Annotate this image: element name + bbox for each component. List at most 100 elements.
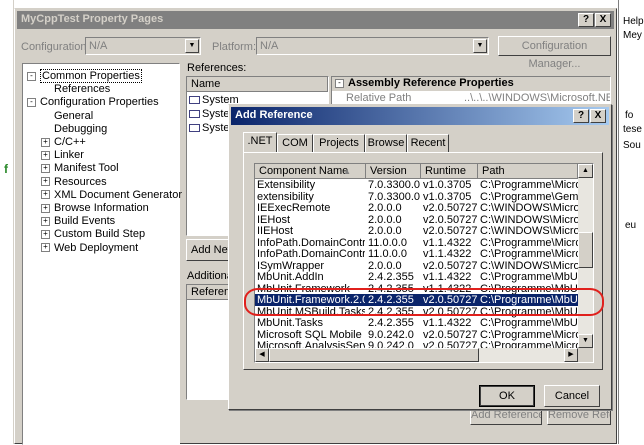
tree-item-label: Debugging [54, 122, 108, 135]
table-row[interactable]: ISymWrapper 2.0.0.0 v2.0.50727 C:\WINDOWS\M… [255, 260, 578, 272]
platform-select[interactable]: N/A ▼ [256, 37, 489, 55]
collapse-icon[interactable]: - [27, 71, 36, 81]
tree-item-label: Manifest Tool [54, 162, 119, 175]
bg-text-4: tese [623, 124, 642, 135]
table-row[interactable]: InfoPath.DomainControl 11.0.0.0 v1.1.4322 C… [255, 248, 578, 260]
cancel-button[interactable]: Cancel [544, 385, 600, 407]
table-row[interactable]: InfoPath.DomainControl 11.0.0.0 v1.1.4322 C… [255, 237, 578, 249]
column-header-version[interactable]: Version [366, 164, 421, 179]
tree-item[interactable]: - Common Properties [27, 69, 142, 83]
table-row[interactable]: IIEHost 2.0.0.0 v2.0.50727C:\WINDOWS\Micro… [255, 225, 578, 237]
tab-projects[interactable]: Projects [313, 134, 365, 152]
expand-icon[interactable]: + [41, 243, 50, 253]
table-row[interactable]: extensibility 7.0.3300.0 v1.0.3705 C:\Progr… [255, 191, 578, 203]
table-cell: 9.0.242.0 [368, 328, 414, 341]
expand-icon[interactable]: + [41, 229, 50, 239]
tree-item-label: C/C++ [54, 136, 86, 148]
tree-item[interactable]: + Manifest Tool [41, 162, 119, 175]
vertical-scrollbar[interactable]: ▲ ▼ [578, 164, 593, 348]
tree-item[interactable]: + Custom Build Step [41, 228, 145, 241]
tree-item[interactable]: + Build Events [41, 215, 115, 228]
reference-icon [189, 110, 200, 119]
component-list[interactable]: Component Name ▲ Version Runtime Path Ext… [254, 163, 594, 363]
tree-item[interactable]: References [41, 83, 110, 96]
table-row[interactable]: MbUnit.AddIn 2.4.2.355 v1.1.4322 C:\Program… [255, 271, 578, 283]
highlight-circle [244, 288, 604, 316]
tree-item[interactable]: + Browse Information [41, 202, 149, 215]
table-cell: extensibility [257, 190, 314, 203]
table-row[interactable]: MbUnit.Tasks 2.4.2.355 v1.1.4322 C:\Program… [255, 317, 578, 329]
tab-dotnet[interactable]: .NET [243, 132, 277, 152]
tab-browse[interactable]: Browse [365, 134, 407, 152]
table-row[interactable]: Extensibility 7.0.3300.0 v1.0.3705 C:\Progr… [255, 179, 578, 191]
tree-item[interactable]: + XML Document Generator [41, 189, 182, 202]
table-row[interactable]: IEExecRemote 2.0.0.0 v2.0.50727 C:\WINDOWS\… [255, 202, 578, 214]
table-cell: 7.0.3300.0 [368, 190, 420, 203]
collapse-icon[interactable]: - [335, 78, 344, 88]
main-close-button[interactable]: X [595, 13, 611, 27]
scroll-left-icon[interactable]: ◀ [255, 348, 269, 362]
tree-item[interactable]: + Linker [41, 149, 84, 162]
tree-item[interactable]: General [41, 110, 93, 123]
expand-icon[interactable]: + [41, 177, 50, 187]
main-help-button[interactable]: ? [578, 13, 594, 27]
references-label: References: [187, 62, 247, 74]
scroll-down-icon[interactable]: ▼ [578, 334, 593, 348]
tree-item[interactable]: + C/C++ [41, 136, 86, 149]
category-tree[interactable]: - Common Properties References - Configurati… [22, 63, 182, 445]
tab-recent[interactable]: Recent [407, 134, 449, 152]
table-cell: MbUnit.AddIn [257, 271, 324, 283]
tree-item[interactable]: + Resources [41, 176, 107, 189]
table-cell: v2.0.50727 [423, 225, 478, 237]
dialog-close-button[interactable]: X [590, 109, 606, 123]
bg-text-6: eu [625, 220, 637, 231]
horizontal-scrollbar[interactable]: ◀ ▶ [255, 348, 578, 362]
column-header-component-name[interactable]: Component Name ▲ [255, 164, 366, 179]
tree-item-label: Linker [54, 149, 84, 162]
reference-icon [189, 96, 200, 105]
chevron-down-icon[interactable]: ▼ [185, 39, 199, 53]
props-header: - Assembly Reference Properties [332, 77, 610, 91]
tree-item-label: References [54, 83, 111, 96]
configuration-select[interactable]: N/A ▼ [85, 37, 201, 55]
table-cell: v2.0.50727 [423, 328, 478, 341]
bg-text-5: Sou [623, 140, 641, 151]
ref-column-header-name[interactable]: Name [187, 77, 328, 92]
tree-body: - Common Properties References - Configurati… [25, 66, 182, 442]
main-title: MyCppTest Property Pages [21, 13, 164, 25]
column-header-runtime[interactable]: Runtime [421, 164, 478, 179]
tree-item[interactable]: + Web Deployment [41, 242, 138, 255]
tree-item-label: Common Properties [40, 69, 142, 83]
chevron-down-icon[interactable]: ▼ [473, 39, 487, 53]
expand-icon[interactable]: + [41, 150, 50, 160]
expand-icon[interactable]: + [41, 203, 50, 213]
configuration-manager-button[interactable]: Configuration Manager... [498, 36, 611, 70]
scroll-right-icon[interactable]: ▶ [564, 348, 578, 362]
tab-com[interactable]: COM [277, 134, 313, 152]
dialog-title-bar[interactable]: Add Reference ? X [231, 107, 609, 125]
tree-item[interactable]: - Configuration Properties [27, 96, 159, 109]
ok-button[interactable]: OK [479, 385, 535, 407]
editor-glyph: f [4, 162, 8, 176]
scroll-up-icon[interactable]: ▲ [578, 164, 593, 178]
table-cell: v2.0.50727 [423, 213, 478, 226]
expand-icon[interactable]: + [41, 216, 50, 226]
scroll-thumb[interactable] [578, 232, 593, 268]
expand-icon[interactable]: + [41, 163, 50, 173]
bg-text-3: fo [625, 110, 634, 121]
table-row[interactable]: Microsoft SQL Mobile 9.0.242.0 v2.0.50727 C… [255, 329, 578, 341]
tree-item[interactable]: Debugging [41, 123, 107, 136]
collapse-icon[interactable]: - [27, 97, 36, 107]
table-cell: MbUnit.Tasks [257, 317, 324, 329]
column-header-path[interactable]: Path [478, 164, 578, 179]
main-title-bar[interactable]: MyCppTest Property Pages ? X [17, 11, 614, 29]
hscroll-thumb[interactable] [269, 348, 479, 362]
relative-path-label: Relative Path [346, 92, 412, 104]
relative-path-value: ..\..\..\WINDOWS\Microsoft.NET\ [464, 92, 610, 104]
table-cell: 2.0.0.0 [368, 259, 402, 272]
table-row[interactable]: IEHost 2.0.0.0 v2.0.50727C:\WINDOWS\Micros… [255, 214, 578, 226]
dialog-help-button[interactable]: ? [573, 109, 589, 123]
expand-icon[interactable]: + [41, 190, 50, 200]
table-cell: C:\Programme\Microsoft [480, 236, 578, 249]
expand-icon[interactable]: + [41, 137, 50, 147]
